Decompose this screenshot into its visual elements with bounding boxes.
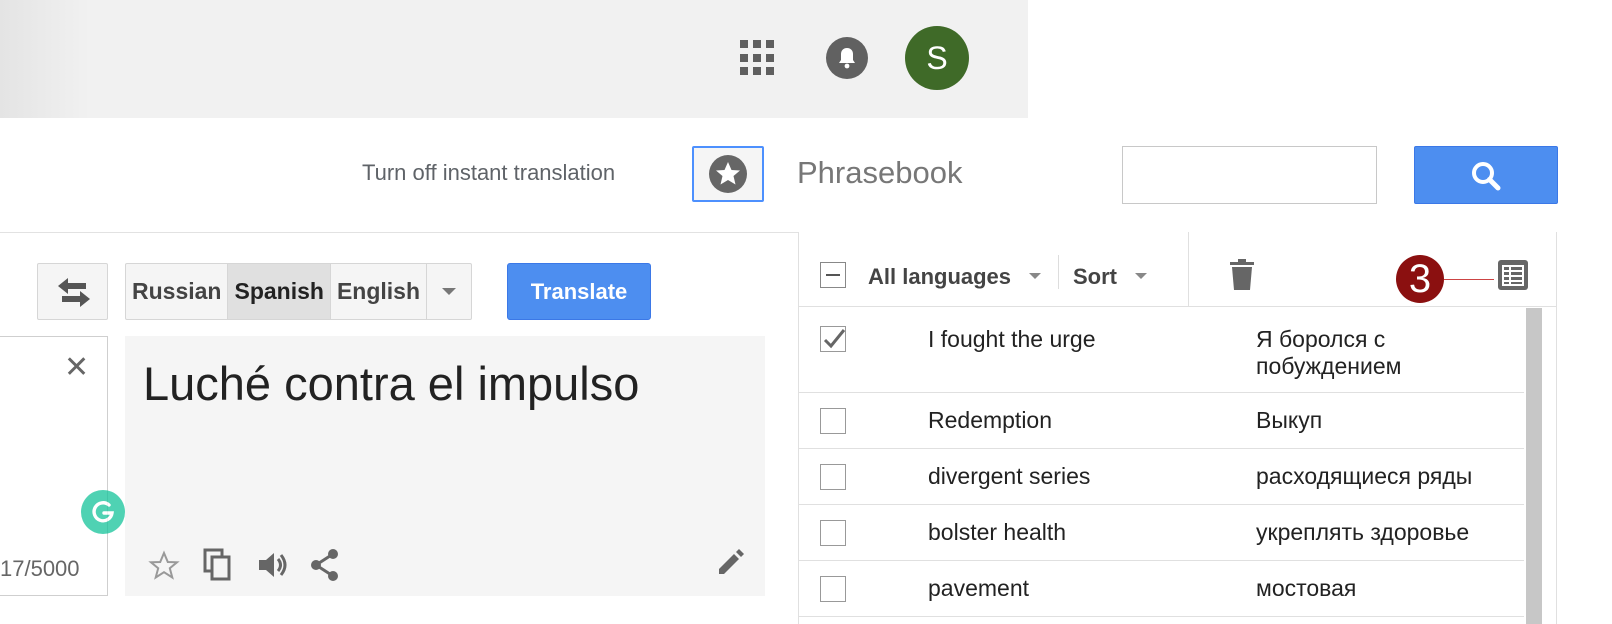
row-checkbox[interactable]: [820, 520, 846, 546]
select-all-checkbox[interactable]: [820, 262, 846, 288]
swap-languages-button[interactable]: [37, 263, 108, 320]
source-phrase: Redemption: [928, 407, 1053, 433]
language-filter-dropdown[interactable]: All languages: [868, 264, 1011, 290]
edit-pencil-icon[interactable]: [714, 546, 746, 583]
row-checkbox[interactable]: [820, 408, 846, 434]
lang-spanish[interactable]: Spanish: [228, 264, 331, 319]
list-item[interactable]: divergent series расходящиеся ряды: [798, 449, 1524, 505]
target-phrase: Я боролся с побуждением: [1256, 326, 1402, 379]
lang-english[interactable]: English: [331, 264, 428, 319]
list-item[interactable]: bolster health укреплять здоровье: [798, 505, 1524, 561]
delete-trash-icon[interactable]: [1228, 258, 1256, 297]
phrasebook-title: Phrasebook: [797, 155, 963, 190]
character-count: 17/5000: [0, 556, 80, 581]
notifications-bell-icon[interactable]: [826, 37, 868, 79]
source-phrase: pavement: [928, 575, 1030, 601]
target-phrase: мостовая: [1256, 575, 1357, 601]
row-checkbox[interactable]: [820, 464, 846, 490]
phrasebook-button[interactable]: [692, 146, 764, 202]
swap-arrows-icon: [58, 278, 90, 307]
phrasebook-search-input[interactable]: [1122, 146, 1377, 204]
chevron-down-icon: [1135, 273, 1147, 279]
target-phrase: укреплять здоровье: [1256, 519, 1470, 545]
source-phrase: I fought the urge: [928, 326, 1096, 352]
grammarly-icon[interactable]: [81, 490, 125, 534]
row-checkbox[interactable]: [820, 326, 846, 352]
share-icon[interactable]: [309, 548, 341, 587]
language-filter-label: All languages: [868, 264, 1012, 289]
annotation-badge: 3: [1396, 255, 1444, 303]
export-sheet-icon[interactable]: [1496, 258, 1530, 297]
list-item[interactable]: I fought the urge Я боролся с побуждение…: [798, 308, 1524, 393]
translate-button[interactable]: Translate: [507, 263, 651, 320]
chevron-down-icon: [442, 288, 457, 295]
list-item[interactable]: Redemption Выкуп: [798, 393, 1524, 449]
checkmark-icon: [823, 329, 846, 349]
star-icon: [709, 155, 747, 193]
search-icon: [1472, 162, 1501, 191]
source-phrase: bolster health: [928, 519, 1067, 545]
chevron-down-icon: [1029, 273, 1041, 279]
toolbar-separator: [1058, 255, 1059, 289]
source-phrase: divergent series: [928, 463, 1091, 489]
annotation-connector: [1444, 279, 1494, 280]
sort-label: Sort: [1073, 264, 1117, 289]
avatar[interactable]: S: [905, 26, 969, 90]
speaker-icon[interactable]: [256, 549, 290, 586]
target-language-selector: Russian Spanish English: [125, 263, 473, 320]
clear-source-icon[interactable]: ✕: [64, 350, 89, 385]
top-bar: [0, 0, 1028, 118]
target-phrase: Выкуп: [1256, 407, 1323, 433]
turn-off-instant-translation-link[interactable]: Turn off instant translation: [362, 160, 615, 186]
more-languages-dropdown[interactable]: [427, 264, 471, 319]
lang-russian[interactable]: Russian: [126, 264, 229, 319]
phrasebook-scrollbar[interactable]: [1526, 308, 1542, 624]
target-phrase: расходящиеся ряды: [1256, 463, 1473, 489]
copy-icon[interactable]: [202, 548, 234, 587]
list-item[interactable]: pavement мостовая: [798, 561, 1524, 617]
translation-result-text: Luché contra el impulso: [143, 357, 640, 410]
apps-grid-icon[interactable]: [740, 40, 776, 76]
row-checkbox[interactable]: [820, 576, 846, 602]
toolbar-separator: [1188, 232, 1189, 307]
sort-dropdown[interactable]: Sort: [1073, 264, 1117, 290]
star-outline-icon[interactable]: [148, 550, 180, 587]
phrasebook-search-button[interactable]: [1414, 146, 1558, 204]
